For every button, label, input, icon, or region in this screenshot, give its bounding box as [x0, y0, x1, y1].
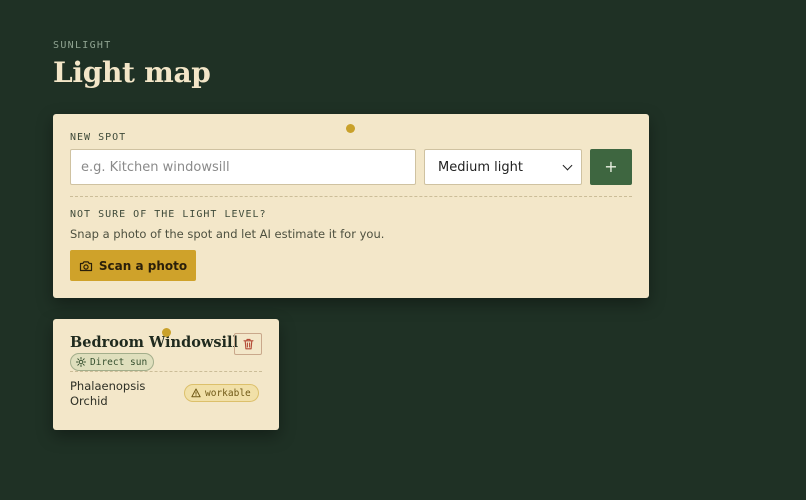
- trash-icon: [242, 338, 254, 350]
- add-spot-button[interactable]: +: [590, 149, 632, 185]
- divider: [70, 371, 262, 372]
- scan-photo-button[interactable]: Scan a photo: [70, 250, 196, 281]
- plant-status-badge: workable: [184, 384, 259, 402]
- spot-name: Bedroom Windowsill: [70, 334, 239, 351]
- plant-status-text: workable: [205, 387, 251, 399]
- scan-photo-label: Scan a photo: [98, 258, 188, 273]
- marker-dot: [162, 328, 171, 337]
- new-spot-card: NEW SPOT Medium light + NOT SURE OF THE …: [53, 114, 649, 298]
- section-eyebrow: SUNLIGHT: [53, 40, 112, 51]
- new-spot-label: NEW SPOT: [70, 132, 127, 143]
- light-level-badge: Direct sun: [70, 353, 155, 371]
- camera-icon: [79, 260, 93, 272]
- delete-spot-button[interactable]: [234, 333, 262, 355]
- warning-icon: [191, 388, 201, 398]
- spot-name-input[interactable]: [70, 149, 416, 185]
- sun-icon: [76, 357, 86, 367]
- chevron-down-icon: [562, 160, 573, 170]
- page-title: Light map: [53, 56, 211, 89]
- light-help-heading: NOT SURE OF THE LIGHT LEVEL?: [70, 209, 267, 220]
- marker-dot: [346, 124, 355, 133]
- light-level-value: Medium light: [438, 159, 523, 175]
- light-level-text: Direct sun: [90, 356, 148, 368]
- light-help-text: Snap a photo of the spot and let AI esti…: [70, 227, 385, 241]
- light-level-select[interactable]: Medium light: [424, 149, 582, 185]
- plant-name: Phalaenopsis Orchid: [70, 379, 146, 408]
- spot-card: Bedroom Windowsill Direct sun Phalaenops…: [53, 319, 279, 430]
- divider: [70, 196, 632, 197]
